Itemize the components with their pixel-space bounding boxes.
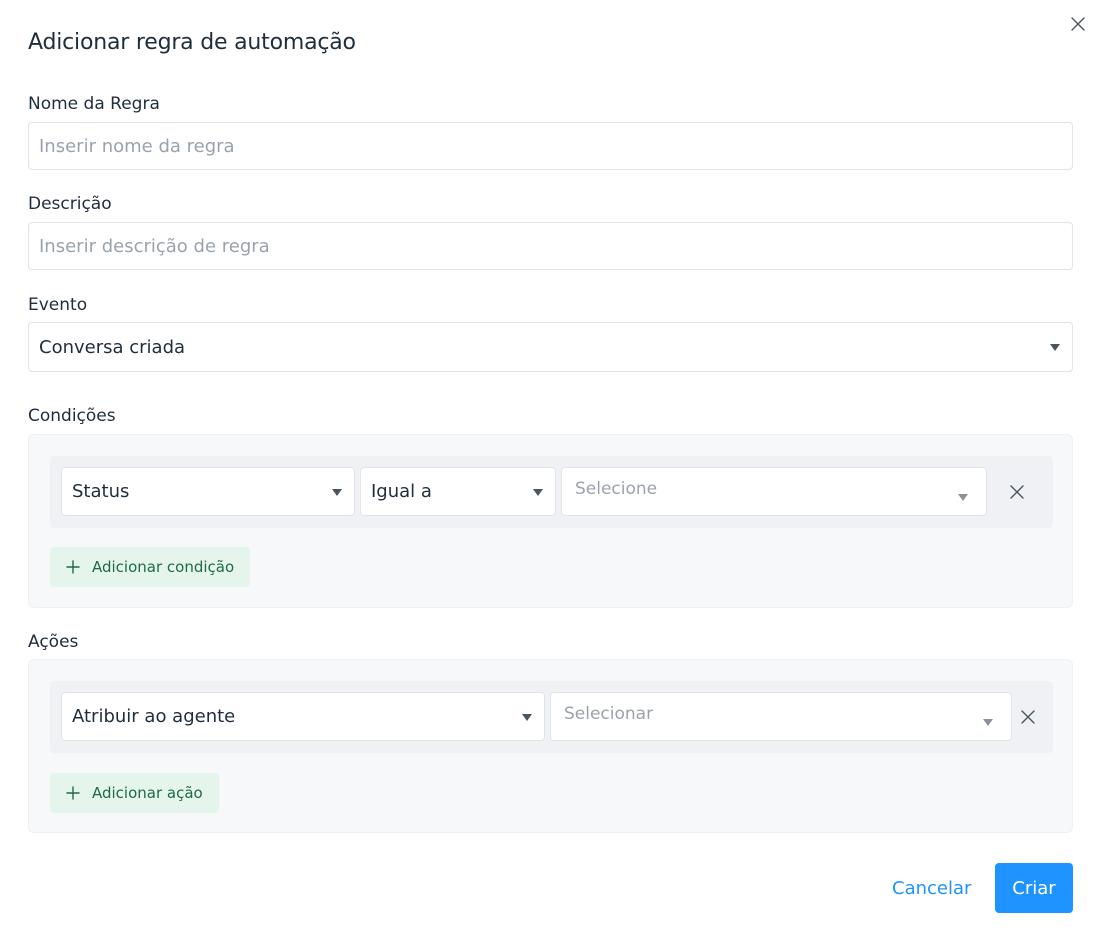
remove-action-button[interactable] (1018, 707, 1038, 727)
chevron-down-icon (332, 488, 342, 496)
conditions-label: Condições (28, 406, 116, 426)
condition-row: Status Igual a Selecione (50, 456, 1053, 528)
action-value-select[interactable]: Selecionar (550, 692, 1012, 741)
chevron-down-icon (1050, 344, 1060, 351)
rule-description-label: Descrição (28, 194, 112, 214)
close-icon (1071, 17, 1085, 31)
condition-attribute-select[interactable]: Status (61, 467, 355, 516)
action-type-value: Atribuir ao agente (72, 706, 236, 727)
add-automation-rule-modal: Adicionar regra de automação Nome da Reg… (0, 0, 1099, 946)
add-condition-button[interactable]: Adicionar condição (50, 547, 251, 587)
condition-value-placeholder: Selecione (575, 478, 658, 499)
chevron-down-icon (533, 488, 543, 496)
create-button[interactable]: Criar (995, 863, 1073, 913)
close-button[interactable] (1068, 14, 1088, 34)
rule-description-input[interactable] (28, 222, 1073, 270)
actions-label: Ações (28, 632, 79, 652)
add-action-label: Adicionar ação (92, 784, 203, 802)
action-type-select[interactable]: Atribuir ao agente (61, 692, 545, 741)
event-label: Evento (28, 295, 88, 315)
close-icon (1021, 710, 1035, 724)
close-icon (1010, 485, 1024, 499)
actions-panel: Atribuir ao agente Selecionar Adicionar … (28, 659, 1073, 833)
condition-operator-select[interactable]: Igual a (360, 467, 556, 516)
action-value-placeholder: Selecionar (564, 703, 654, 724)
chevron-down-icon (983, 718, 993, 726)
condition-value-select[interactable]: Selecione (561, 467, 987, 516)
event-selected-value: Conversa criada (39, 336, 186, 358)
remove-condition-button[interactable] (1007, 482, 1027, 502)
condition-attribute-value: Status (72, 481, 130, 502)
plus-icon (66, 786, 80, 800)
add-condition-label: Adicionar condição (92, 558, 235, 576)
cancel-button[interactable]: Cancelar (884, 863, 979, 913)
rule-name-label: Nome da Regra (28, 94, 160, 114)
modal-title: Adicionar regra de automação (28, 30, 356, 55)
add-action-button[interactable]: Adicionar ação (50, 773, 219, 813)
event-select[interactable]: Conversa criada (28, 322, 1073, 372)
condition-operator-value: Igual a (371, 481, 432, 502)
chevron-down-icon (958, 493, 968, 501)
chevron-down-icon (522, 713, 532, 721)
action-row: Atribuir ao agente Selecionar (50, 681, 1053, 753)
conditions-panel: Status Igual a Selecione Adicionar condi (28, 434, 1073, 608)
plus-icon (66, 560, 80, 574)
rule-name-input[interactable] (28, 122, 1073, 170)
